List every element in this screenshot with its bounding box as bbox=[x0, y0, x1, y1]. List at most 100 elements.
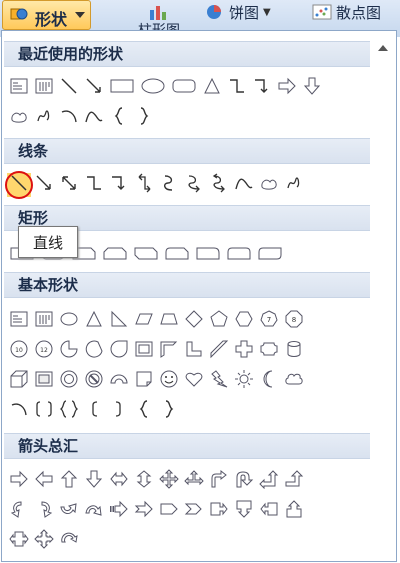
bent-arrow-shape[interactable] bbox=[208, 467, 230, 491]
sun-icon[interactable] bbox=[233, 367, 255, 391]
heptagon-shape[interactable]: 7 bbox=[258, 307, 280, 331]
heart-icon[interactable] bbox=[183, 367, 205, 391]
pentagon-shape[interactable] bbox=[208, 307, 230, 331]
right-arrow-callout-shape[interactable] bbox=[208, 497, 230, 521]
quad-arrow-shape[interactable] bbox=[158, 467, 180, 491]
right-triangle-shape[interactable] bbox=[108, 307, 130, 331]
oval-shape[interactable] bbox=[139, 74, 167, 98]
frame-shape[interactable] bbox=[133, 337, 155, 361]
left-brace-shape[interactable] bbox=[133, 397, 155, 421]
line-shape[interactable] bbox=[58, 74, 80, 98]
curved-double-arrow-connector-shape[interactable] bbox=[208, 171, 230, 195]
diagonal-stripe-shape[interactable] bbox=[208, 337, 230, 361]
u-turn-arrow-shape[interactable] bbox=[233, 467, 255, 491]
block-arc-shape[interactable] bbox=[108, 367, 130, 391]
arc-shape[interactable] bbox=[8, 397, 30, 421]
snip-round-rectangle-shape[interactable] bbox=[163, 241, 191, 265]
up-arrow-callout-shape[interactable] bbox=[283, 497, 305, 521]
text-box-shape[interactable] bbox=[8, 307, 30, 331]
right-arrow-shape[interactable] bbox=[8, 467, 30, 491]
left-right-up-arrow-shape[interactable] bbox=[183, 467, 205, 491]
left-brace-shape[interactable] bbox=[108, 104, 130, 128]
half-frame-shape[interactable] bbox=[158, 337, 180, 361]
down-arrow-shape[interactable] bbox=[301, 74, 323, 98]
round-same-side-rectangle-shape[interactable] bbox=[225, 241, 253, 265]
right-brace-shape[interactable] bbox=[158, 397, 180, 421]
triangle-shape[interactable] bbox=[201, 74, 223, 98]
cross-shape[interactable] bbox=[233, 337, 255, 361]
donut-shape[interactable] bbox=[58, 367, 80, 391]
curved-right-arrow-shape[interactable] bbox=[8, 497, 30, 521]
left-right-arrow-shape[interactable] bbox=[108, 467, 130, 491]
elbow-arrow-connector-shape[interactable] bbox=[108, 171, 130, 195]
round-diagonal-rectangle-shape[interactable] bbox=[256, 241, 284, 265]
up-arrow-shape[interactable] bbox=[58, 467, 80, 491]
diamond-shape[interactable] bbox=[183, 307, 205, 331]
no-symbol-shape[interactable] bbox=[83, 367, 105, 391]
dodecagon-shape[interactable]: 12 bbox=[33, 337, 55, 361]
isosceles-triangle-shape[interactable] bbox=[83, 307, 105, 331]
cube-shape[interactable] bbox=[8, 367, 30, 391]
hexagon-shape[interactable] bbox=[233, 307, 255, 331]
elbow-double-arrow-connector-shape[interactable] bbox=[133, 171, 155, 195]
can-shape[interactable] bbox=[283, 337, 305, 361]
arc-shape[interactable] bbox=[58, 104, 80, 128]
freeform-shape[interactable] bbox=[258, 171, 280, 195]
pie-chart-button[interactable]: 饼图 ▼ bbox=[205, 0, 271, 24]
notched-right-arrow-shape[interactable] bbox=[133, 497, 155, 521]
smiley-face-icon[interactable] bbox=[158, 367, 180, 391]
freeform-shape[interactable] bbox=[8, 104, 30, 128]
pie-shape[interactable] bbox=[58, 337, 80, 361]
quad-arrow-callout-shape[interactable] bbox=[33, 527, 55, 551]
curved-down-arrow-shape[interactable] bbox=[83, 497, 105, 521]
rounded-rectangle-shape[interactable] bbox=[170, 74, 198, 98]
up-down-arrow-shape[interactable] bbox=[133, 467, 155, 491]
right-bracket-shape[interactable] bbox=[108, 397, 130, 421]
arrow-line-shape[interactable] bbox=[33, 171, 55, 195]
curve-shape[interactable] bbox=[233, 171, 255, 195]
bevel-shape[interactable] bbox=[33, 367, 55, 391]
shapes-button[interactable]: 形状 bbox=[2, 0, 91, 30]
double-brace-shape[interactable] bbox=[58, 397, 80, 421]
plaque-shape[interactable] bbox=[258, 337, 280, 361]
curved-connector-shape[interactable] bbox=[158, 171, 180, 195]
left-bracket-shape[interactable] bbox=[83, 397, 105, 421]
octagon-shape[interactable]: 8 bbox=[283, 307, 305, 331]
elbow-connector-shape[interactable] bbox=[226, 74, 248, 98]
decagon-shape[interactable]: 10 bbox=[8, 337, 30, 361]
left-arrow-shape[interactable] bbox=[33, 467, 55, 491]
scribble-shape[interactable] bbox=[33, 104, 55, 128]
curve-shape[interactable] bbox=[83, 104, 105, 128]
vertical-text-box-shape[interactable] bbox=[33, 307, 55, 331]
chevron-shape[interactable] bbox=[183, 497, 205, 521]
right-brace-shape[interactable] bbox=[133, 104, 155, 128]
left-arrow-callout-shape[interactable] bbox=[258, 497, 280, 521]
parallelogram-shape[interactable] bbox=[133, 307, 155, 331]
trapezoid-shape[interactable] bbox=[158, 307, 180, 331]
elbow-arrow-connector-shape[interactable] bbox=[251, 74, 273, 98]
down-arrow-callout-shape[interactable] bbox=[233, 497, 255, 521]
vertical-text-box-shape[interactable] bbox=[33, 74, 55, 98]
scrollbar[interactable] bbox=[374, 37, 392, 563]
oval-shape[interactable] bbox=[58, 307, 80, 331]
lightning-bolt-icon[interactable] bbox=[208, 367, 230, 391]
down-arrow-shape[interactable] bbox=[83, 467, 105, 491]
pentagon-arrow-shape[interactable] bbox=[158, 497, 180, 521]
chord-shape[interactable] bbox=[83, 337, 105, 361]
teardrop-shape[interactable] bbox=[108, 337, 130, 361]
curved-arrow-connector-shape[interactable] bbox=[183, 171, 205, 195]
moon-icon[interactable] bbox=[258, 367, 280, 391]
double-bracket-shape[interactable] bbox=[33, 397, 55, 421]
l-shape[interactable] bbox=[183, 337, 205, 361]
snip-same-side-rectangle-shape[interactable] bbox=[101, 241, 129, 265]
text-box-shape[interactable] bbox=[8, 74, 30, 98]
curved-left-arrow-shape[interactable] bbox=[33, 497, 55, 521]
cloud-icon[interactable] bbox=[283, 367, 305, 391]
folded-corner-shape[interactable] bbox=[133, 367, 155, 391]
snip-diagonal-rectangle-shape[interactable] bbox=[132, 241, 160, 265]
scroll-up-icon[interactable] bbox=[378, 45, 388, 51]
striped-right-arrow-shape[interactable] bbox=[108, 497, 130, 521]
left-right-arrow-callout-shape[interactable] bbox=[8, 527, 30, 551]
rectangle-shape[interactable] bbox=[108, 74, 136, 98]
straight-line-shape[interactable] bbox=[8, 171, 30, 195]
